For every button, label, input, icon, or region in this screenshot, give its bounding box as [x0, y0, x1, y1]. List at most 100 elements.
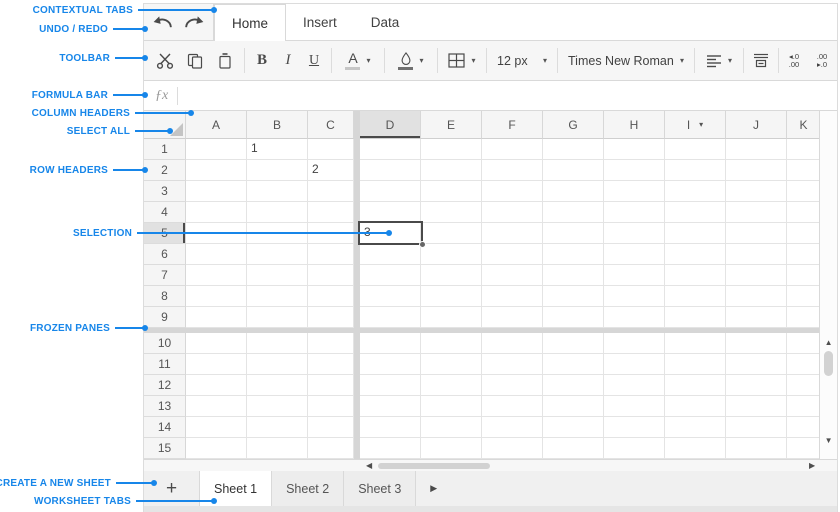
cell-E1[interactable]: [421, 139, 482, 160]
cell-B5[interactable]: [247, 223, 308, 244]
cell-K3[interactable]: [787, 181, 820, 202]
cell-D9[interactable]: [360, 307, 421, 328]
cell-B12[interactable]: [247, 375, 308, 396]
cell-A1[interactable]: [186, 139, 247, 160]
cell-B8[interactable]: [247, 286, 308, 307]
cell-A5[interactable]: [186, 223, 247, 244]
cell-D3[interactable]: [360, 181, 421, 202]
cell-J12[interactable]: [726, 375, 787, 396]
borders-button[interactable]: ▾: [442, 53, 482, 68]
cell-B2[interactable]: [247, 160, 308, 181]
cell-E13[interactable]: [421, 396, 482, 417]
cell-G11[interactable]: [543, 354, 604, 375]
row-header-2[interactable]: 2: [144, 160, 186, 181]
cell-H1[interactable]: [604, 139, 665, 160]
fill-color-button[interactable]: ▾: [389, 51, 433, 70]
cell-J14[interactable]: [726, 417, 787, 438]
cell-K10[interactable]: [787, 333, 820, 354]
cell-G5[interactable]: [543, 223, 604, 244]
cell-B1[interactable]: 1: [247, 139, 308, 160]
cell-K5[interactable]: [787, 223, 820, 244]
cell-F6[interactable]: [482, 244, 543, 265]
cell-K4[interactable]: [787, 202, 820, 223]
cell-I8[interactable]: [665, 286, 726, 307]
column-header-I[interactable]: I ▾: [665, 111, 726, 139]
cell-H8[interactable]: [604, 286, 665, 307]
cell-B4[interactable]: [247, 202, 308, 223]
row-header-6[interactable]: 6: [144, 244, 186, 265]
cell-I4[interactable]: [665, 202, 726, 223]
cell-E12[interactable]: [421, 375, 482, 396]
cell-F3[interactable]: [482, 181, 543, 202]
cell-I1[interactable]: [665, 139, 726, 160]
cell-J4[interactable]: [726, 202, 787, 223]
column-header-J[interactable]: J: [726, 111, 787, 139]
cell-I6[interactable]: [665, 244, 726, 265]
cell-A2[interactable]: [186, 160, 247, 181]
scroll-right-arrow[interactable]: ▶: [809, 461, 815, 471]
cell-B15[interactable]: [247, 438, 308, 459]
cell-B3[interactable]: [247, 181, 308, 202]
cell-F14[interactable]: [482, 417, 543, 438]
scroll-up-arrow[interactable]: ▲: [820, 338, 837, 348]
cell-G8[interactable]: [543, 286, 604, 307]
cell-D14[interactable]: [360, 417, 421, 438]
cell-E5[interactable]: [421, 223, 482, 244]
cell-J9[interactable]: [726, 307, 787, 328]
cell-F8[interactable]: [482, 286, 543, 307]
paste-button[interactable]: [210, 52, 240, 69]
selection-fill-handle[interactable]: [419, 241, 426, 248]
column-header-B[interactable]: B: [247, 111, 308, 139]
tab-home[interactable]: Home: [214, 4, 287, 41]
cell-J6[interactable]: [726, 244, 787, 265]
row-header-8[interactable]: 8: [144, 286, 186, 307]
cell-E4[interactable]: [421, 202, 482, 223]
cell-K12[interactable]: [787, 375, 820, 396]
cell-D1[interactable]: [360, 139, 421, 160]
cell-J13[interactable]: [726, 396, 787, 417]
cell-C10[interactable]: [308, 333, 354, 354]
cell-I5[interactable]: [665, 223, 726, 244]
row-header-14[interactable]: 14: [144, 417, 186, 438]
row-header-13[interactable]: 13: [144, 396, 186, 417]
cell-B6[interactable]: [247, 244, 308, 265]
cell-D8[interactable]: [360, 286, 421, 307]
cell-C12[interactable]: [308, 375, 354, 396]
chevron-down-icon[interactable]: ▾: [543, 56, 547, 65]
cell-F1[interactable]: [482, 139, 543, 160]
cell-F4[interactable]: [482, 202, 543, 223]
cell-D11[interactable]: [360, 354, 421, 375]
cell-F12[interactable]: [482, 375, 543, 396]
tab-insert[interactable]: Insert: [286, 4, 354, 40]
cell-G10[interactable]: [543, 333, 604, 354]
selection-overlay[interactable]: [358, 221, 426, 248]
cell-E14[interactable]: [421, 417, 482, 438]
cell-J7[interactable]: [726, 265, 787, 286]
cell-F11[interactable]: [482, 354, 543, 375]
cell-G1[interactable]: [543, 139, 604, 160]
cell-H12[interactable]: [604, 375, 665, 396]
cell-F7[interactable]: [482, 265, 543, 286]
column-header-H[interactable]: H: [604, 111, 665, 139]
cell-F15[interactable]: [482, 438, 543, 459]
scroll-left-arrow[interactable]: ◀: [366, 461, 372, 471]
cell-H6[interactable]: [604, 244, 665, 265]
cell-C9[interactable]: [308, 307, 354, 328]
cell-K13[interactable]: [787, 396, 820, 417]
undo-button[interactable]: [151, 10, 175, 34]
cell-H9[interactable]: [604, 307, 665, 328]
cell-C4[interactable]: [308, 202, 354, 223]
cell-C6[interactable]: [308, 244, 354, 265]
cell-K2[interactable]: [787, 160, 820, 181]
cell-E11[interactable]: [421, 354, 482, 375]
cell-B9[interactable]: [247, 307, 308, 328]
cell-I10[interactable]: [665, 333, 726, 354]
cell-K6[interactable]: [787, 244, 820, 265]
copy-button[interactable]: [180, 53, 210, 69]
column-header-K[interactable]: K: [787, 111, 820, 139]
cell-D4[interactable]: [360, 202, 421, 223]
cell-F2[interactable]: [482, 160, 543, 181]
cell-C3[interactable]: [308, 181, 354, 202]
cell-G2[interactable]: [543, 160, 604, 181]
increase-decimal-button[interactable]: .00 ▸.0: [811, 52, 833, 69]
